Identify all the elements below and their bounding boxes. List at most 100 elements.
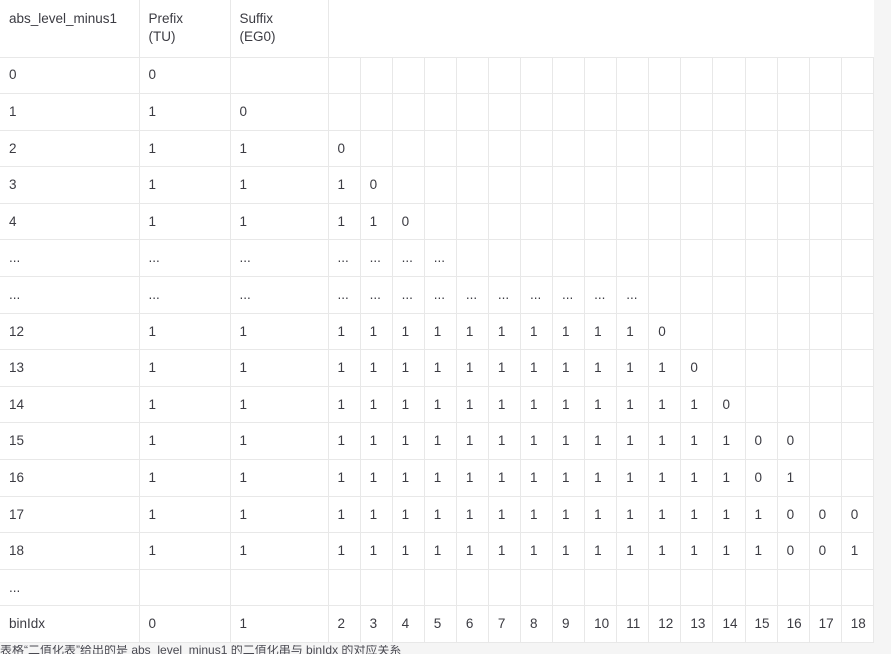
row-bit-cell-empty: [809, 239, 842, 278]
cell-text: 5: [433, 616, 442, 632]
row-bit-cell: 1: [392, 349, 425, 387]
row-bit-cell: 0: [777, 496, 810, 534]
row-bit-cell: 1: [328, 532, 361, 570]
screenshot-root: abs_level_minus1 Prefix (TU) Suffix (EG0…: [0, 0, 891, 654]
row-bit-cell: 1: [360, 203, 393, 241]
row-bit-cell-empty: [616, 166, 650, 204]
table-row: .....................: [0, 239, 875, 278]
row-suffix-cell: ...: [230, 239, 329, 278]
row-bit-cell-empty: [456, 93, 489, 131]
row-suffix-cell: 0: [230, 93, 329, 131]
cell-text: 1: [148, 140, 157, 156]
cell-text: 11: [626, 616, 641, 632]
row-bit-cell-empty: [616, 93, 650, 131]
figure-caption: 表格“二值化表”给出的是 abs_level_minus1 的二值化串与 bin…: [0, 645, 891, 654]
cell-text: 3: [369, 616, 378, 632]
row-bit-cell: 1: [488, 349, 521, 387]
row-bit-cell-empty: [488, 57, 521, 95]
row-bit-cell: 14: [712, 605, 746, 643]
row-prefix-cell: 0: [139, 57, 231, 95]
cell-text: 14: [9, 396, 25, 412]
row-bit-cell-empty: [841, 459, 875, 497]
row-bit-cell: 0: [777, 422, 810, 461]
cell-text: 1: [433, 360, 442, 376]
cell-text: 1: [148, 323, 157, 339]
row-bit-cell-empty: [584, 130, 618, 168]
row-bit-cell: 1: [328, 166, 361, 204]
cell-text: 17: [818, 616, 834, 632]
row-bit-cell: 1: [680, 422, 714, 461]
row-bit-cell: ...: [360, 276, 393, 314]
row-bit-cell-empty: [392, 166, 425, 204]
row-bit-cell-empty: [809, 569, 842, 607]
row-bit-cell-empty: [680, 569, 714, 607]
cell-text: 1: [369, 506, 378, 522]
row-prefix-cell: 1: [139, 386, 231, 424]
cell-text: 1: [529, 469, 538, 485]
row-bit-cell-empty: [712, 130, 746, 168]
row-suffix-cell: 1: [230, 459, 329, 497]
row-bit-cell-empty: [777, 386, 810, 424]
table-row: 18 1 1 1 1 1 1 1 1 1 1 1 1 1 1 1 1 0 0 1: [0, 532, 875, 570]
row-bit-cell-empty: [777, 276, 810, 314]
row-bit-cell-empty: [809, 276, 842, 314]
row-bit-cell-empty: [520, 130, 554, 168]
table-row: 3 1 1 1 0: [0, 166, 875, 204]
cell-text: ...: [562, 286, 574, 302]
row-bit-cell-empty: [841, 93, 875, 131]
row-bit-cell-empty: [680, 57, 714, 95]
row-bit-cell: 1: [648, 386, 682, 424]
row-suffix-cell: 1: [230, 166, 329, 204]
row-bit-cell: 0: [809, 532, 842, 570]
row-bit-cell: 1: [680, 496, 714, 534]
row-prefix-cell: 1: [139, 422, 231, 461]
row-bit-cell-empty: [809, 203, 842, 241]
cell-text: 1: [594, 396, 602, 412]
table-row: 17 1 1 1 1 1 1 1 1 1 1 1 1 1 1 1 1 0 0 0: [0, 496, 875, 534]
row-bit-cell: 1: [456, 496, 489, 534]
row-bit-cell: 1: [456, 532, 489, 570]
row-bit-cell-empty: [488, 93, 521, 131]
table-row: 4 1 1 1 1 0: [0, 203, 875, 241]
row-prefix-cell: 1: [139, 130, 231, 168]
row-bit-cell: 1: [520, 496, 554, 534]
cell-text: 1: [529, 433, 538, 449]
cell-text: 1: [401, 433, 410, 449]
row-bit-cell-empty: [809, 349, 842, 387]
row-bit-cell-empty: [841, 349, 875, 387]
row-bit-cell: 4: [392, 605, 425, 643]
row-bit-cell: ...: [328, 239, 361, 278]
row-bit-cell-empty: [809, 422, 842, 461]
cell-text: 1: [148, 360, 157, 376]
cell-text: 0: [9, 67, 17, 83]
row-bit-cell: 1: [648, 532, 682, 570]
row-bit-cell-empty: [328, 93, 361, 131]
cell-text: 1: [239, 433, 248, 449]
cell-text: 1: [465, 469, 474, 485]
row-bit-cell-empty: [680, 166, 714, 204]
row-label-cell: 18: [0, 532, 140, 570]
row-bit-cell: 1: [520, 532, 554, 570]
binarization-table-wrapper: abs_level_minus1 Prefix (TU) Suffix (EG0…: [0, 0, 875, 643]
row-label-cell: 2: [0, 130, 140, 168]
row-bit-cell-empty: [424, 130, 457, 168]
row-prefix-cell: 1: [139, 166, 231, 204]
cell-text: 0: [818, 543, 827, 559]
cell-text: 1: [433, 543, 442, 559]
row-bit-cell-empty: [648, 203, 682, 241]
row-bit-cell: 1: [552, 313, 586, 351]
row-bit-cell: 16: [777, 605, 810, 643]
row-suffix-cell: [230, 57, 329, 95]
cell-text: 1: [497, 396, 506, 412]
row-bit-cell-empty: [584, 57, 618, 95]
row-bit-cell: 1: [648, 496, 682, 534]
cell-text: 1: [369, 323, 378, 339]
row-bit-cell-empty: [777, 239, 810, 278]
cell-text: 1: [369, 469, 378, 485]
row-bit-cell: 1: [616, 496, 650, 534]
row-bit-cell-empty: [745, 166, 778, 204]
cell-text: 4: [401, 616, 410, 632]
cell-text: 1: [562, 469, 570, 485]
cell-text: 1: [337, 213, 346, 229]
row-bit-cell: 1: [424, 313, 457, 351]
